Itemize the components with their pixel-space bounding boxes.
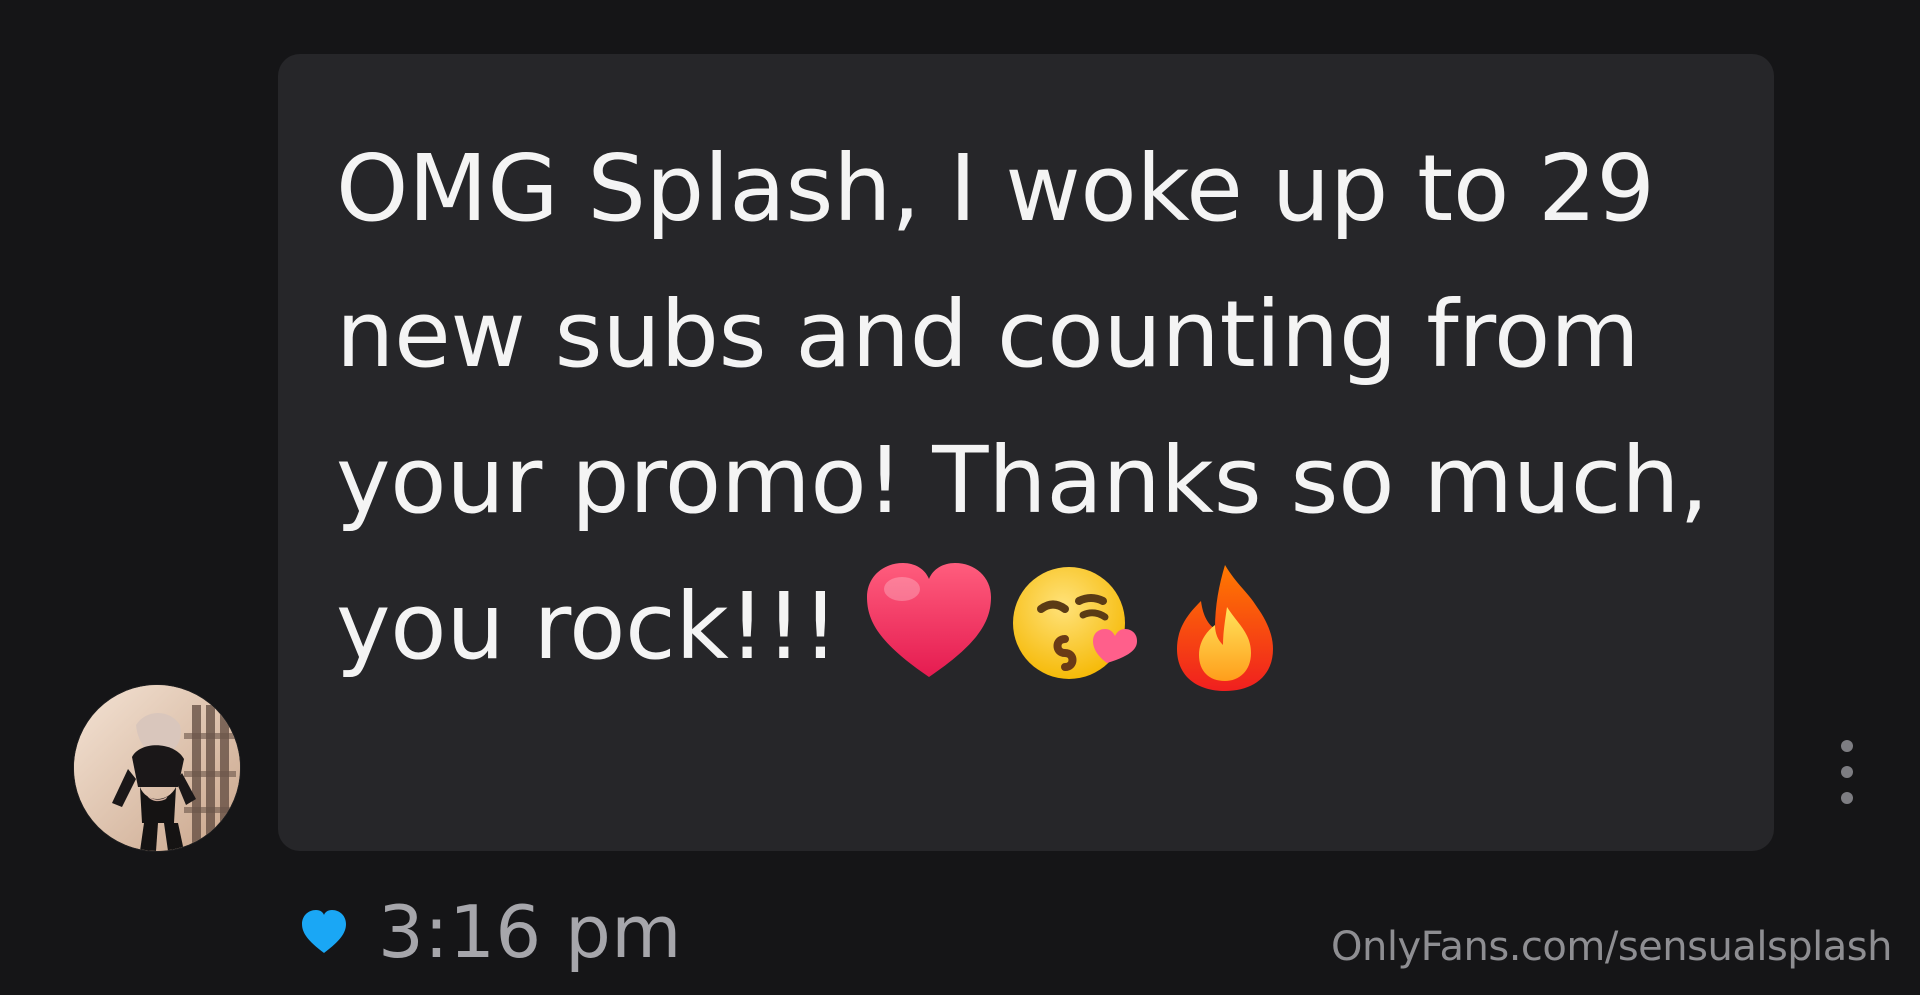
message-timestamp: 3:16 pm [378,890,682,974]
message-bubble[interactable]: OMG Splash, I woke up to 29 new subs and… [278,54,1774,851]
message-row: OMG Splash, I woke up to 29 new subs and… [0,0,1920,860]
message-text: OMG Splash, I woke up to 29 new subs and… [336,116,1726,703]
menu-dot [1841,766,1853,778]
more-vertical-icon[interactable] [1830,740,1864,804]
heart-icon[interactable] [296,904,352,960]
fire-emoji [1155,555,1295,695]
face-blowing-kiss-emoji [1007,555,1147,695]
chat-screen: OMG Splash, I woke up to 29 new subs and… [0,0,1920,995]
menu-dot [1841,792,1853,804]
heart-emoji [859,555,999,695]
menu-dot [1841,740,1853,752]
emoji-group [859,555,1295,695]
message-meta: 3:16 pm [296,890,682,974]
watermark-text: OnlyFans.com/sensualsplash [1331,924,1892,970]
user-avatar[interactable] [74,685,240,851]
